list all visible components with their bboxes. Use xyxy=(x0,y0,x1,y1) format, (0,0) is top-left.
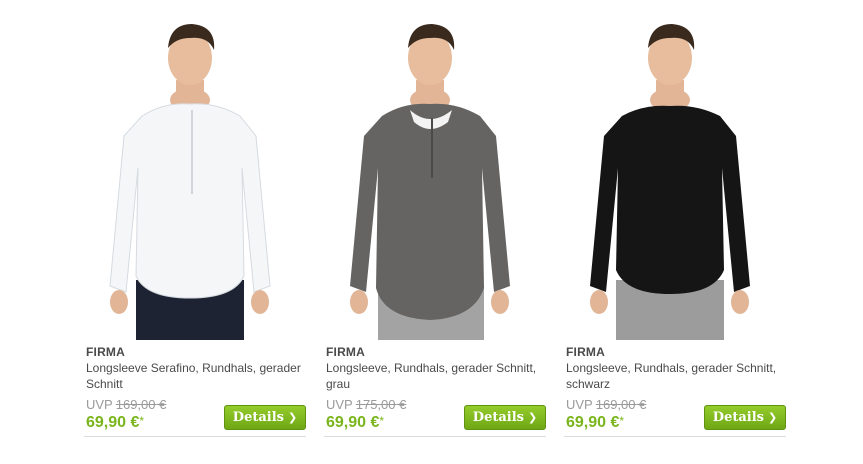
product-card: FIRMA Longsleeve, Rundhals, gerader Schn… xyxy=(324,0,546,464)
uvp-label: UVP xyxy=(326,397,353,412)
details-label: Details xyxy=(472,410,524,425)
divider xyxy=(564,436,786,437)
brand-name[interactable]: FIRMA xyxy=(326,345,365,359)
product-title[interactable]: Longsleeve Serafino, Rundhals, gerader S… xyxy=(86,360,304,392)
sale-price: 69,90 €* xyxy=(86,414,144,432)
product-image[interactable] xyxy=(324,18,546,340)
chevron-right-icon: ❯ xyxy=(287,411,298,424)
chevron-right-icon: ❯ xyxy=(527,411,538,424)
chevron-right-icon: ❯ xyxy=(767,411,778,424)
divider xyxy=(324,436,546,437)
uvp-label: UVP xyxy=(566,397,593,412)
details-label: Details xyxy=(232,410,284,425)
product-card: FIRMA Longsleeve Serafino, Rundhals, ger… xyxy=(84,0,306,464)
divider xyxy=(84,436,306,437)
sale-price: 69,90 €* xyxy=(326,414,384,432)
uvp-value: 169,00 € xyxy=(595,397,647,412)
product-image[interactable] xyxy=(84,18,306,340)
uvp-label: UVP xyxy=(86,397,113,412)
product-title[interactable]: Longsleeve, Rundhals, gerader Schnitt, g… xyxy=(326,360,544,392)
product-image[interactable] xyxy=(564,18,786,340)
price-value: 69,90 € xyxy=(86,414,140,431)
uvp-price: UVP 175,00 € xyxy=(326,397,406,412)
brand-name[interactable]: FIRMA xyxy=(86,345,125,359)
details-button[interactable]: Details ❯ xyxy=(464,405,546,430)
price-footnote-mark: * xyxy=(379,414,385,428)
price-footnote-mark: * xyxy=(619,414,625,428)
uvp-value: 175,00 € xyxy=(355,397,407,412)
price-value: 69,90 € xyxy=(326,414,380,431)
uvp-price: UVP 169,00 € xyxy=(86,397,166,412)
price-value: 69,90 € xyxy=(566,414,620,431)
product-card: FIRMA Longsleeve, Rundhals, gerader Schn… xyxy=(564,0,786,464)
uvp-price: UVP 169,00 € xyxy=(566,397,646,412)
price-footnote-mark: * xyxy=(139,414,145,428)
uvp-value: 169,00 € xyxy=(115,397,167,412)
sale-price: 69,90 €* xyxy=(566,414,624,432)
details-button[interactable]: Details ❯ xyxy=(224,405,306,430)
brand-name[interactable]: FIRMA xyxy=(566,345,605,359)
details-label: Details xyxy=(712,410,764,425)
product-title[interactable]: Longsleeve, Rundhals, gerader Schnitt, s… xyxy=(566,360,784,392)
details-button[interactable]: Details ❯ xyxy=(704,405,786,430)
